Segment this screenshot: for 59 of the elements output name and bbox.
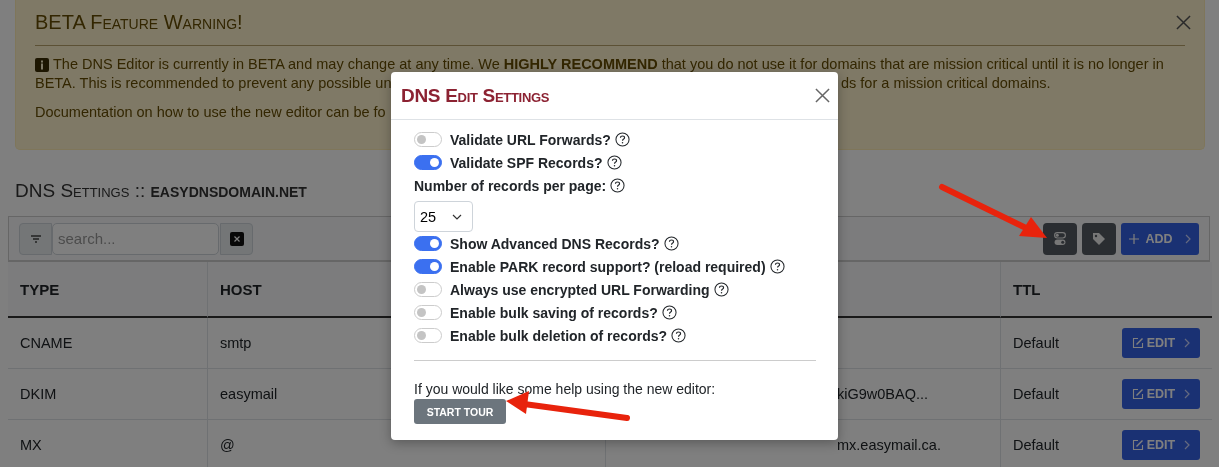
edit-button[interactable]: EDIT [1122,379,1200,409]
warning-text: BETA. This is recommended to prevent any possible un [35,74,393,93]
edit-button[interactable]: EDIT [1122,430,1200,460]
chevron-down-icon [452,213,462,220]
toggle-switch[interactable] [414,328,442,343]
help-icon[interactable] [661,305,677,320]
edit-button[interactable]: EDIT [1122,328,1200,358]
toggle-switch[interactable] [414,236,442,251]
tags-button[interactable] [1082,222,1116,255]
setting-label: Validate SPF Records? [450,154,603,171]
edit-icon [1131,388,1144,400]
chevron-right-icon [1184,233,1191,244]
help-icon[interactable] [713,282,729,297]
edit-icon [1131,439,1144,451]
tag-icon [1092,231,1106,246]
close-icon[interactable] [815,88,830,103]
filter-icon [29,233,42,244]
help-icon[interactable] [614,132,630,147]
toggle-switch[interactable] [414,282,442,297]
toggles-icon [1054,231,1066,246]
toggle-switch[interactable] [414,259,442,274]
setting-label: Show Advanced DNS Records? [450,235,660,252]
plus-icon [1129,233,1140,244]
close-icon[interactable] [1176,15,1191,30]
settings-button[interactable] [1043,222,1077,255]
filter-button[interactable] [19,222,52,255]
warning-text: The DNS Editor is currently in BETA and may change at any time. We HIGHLY RECOMMEND that you do not use it for domains that are mission critical until it is no longer in [53,55,1164,74]
clear-search-button[interactable] [220,222,253,255]
alert-title: BETA Feature Warning! [35,11,243,34]
table-cell: CNAME [8,318,207,369]
warning-text: ds for a mission critical domains. [841,74,1052,93]
close-icon [229,231,244,246]
toggle-switch[interactable] [414,155,442,170]
help-icon[interactable] [663,236,679,251]
table-cell: DKIM [8,369,207,420]
chevron-right-icon [1184,440,1191,450]
documentation-text: Documentation on how to use the new editor can be fo [35,104,386,120]
page-heading: DNS Settings :: EASYDNSDOMAIN.NET [15,180,307,202]
help-icon[interactable] [671,328,687,343]
chevron-right-icon [1184,389,1191,399]
help-icon[interactable] [610,178,626,193]
help-icon[interactable] [769,259,785,274]
setting-label: Number of records per page: [414,177,607,194]
toggle-switch[interactable] [414,132,442,147]
add-button[interactable]: ADD [1121,222,1199,255]
edit-icon [1131,337,1144,349]
column-header: TTL [1000,262,1110,318]
toggle-switch[interactable] [414,305,442,320]
setting-label: Validate URL Forwards? [450,131,611,148]
table-cell: Default [1000,420,1110,467]
chevron-right-icon [1184,338,1191,348]
help-icon[interactable] [606,155,622,170]
dialog-title: DNS Edit Settings [401,84,550,107]
table-cell: Default [1000,369,1110,420]
info-icon [35,57,49,72]
table-cell: MX [8,420,207,467]
records-per-page-select[interactable]: 25 [414,201,473,232]
table-cell: Default [1000,318,1110,369]
start-tour-button[interactable]: START TOUR [414,399,506,424]
